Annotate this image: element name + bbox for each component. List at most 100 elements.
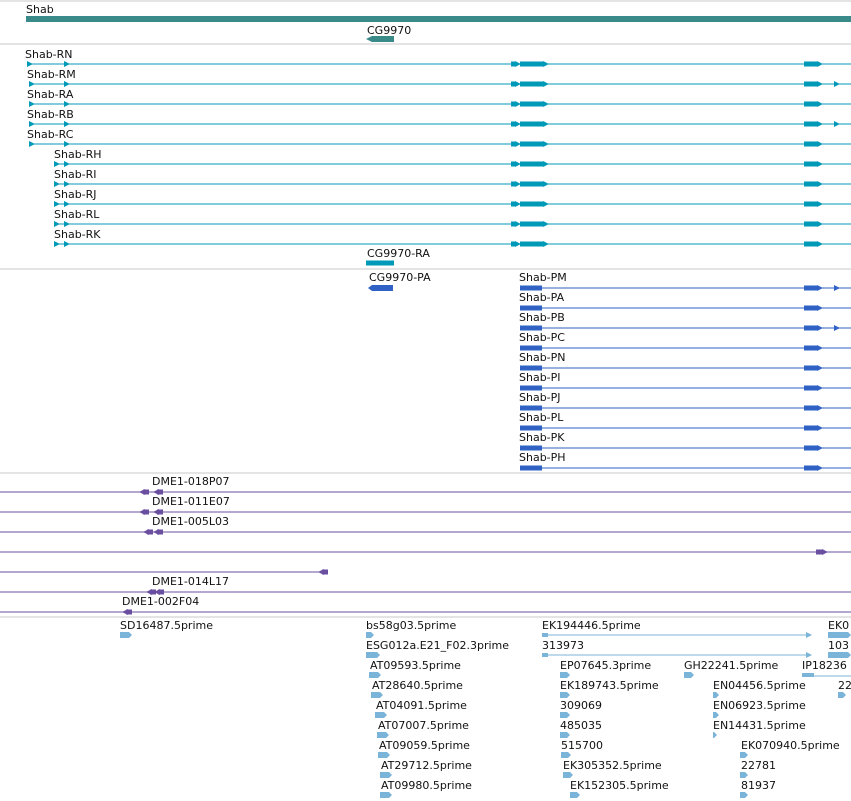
clone-label: DME1-018P07 — [152, 475, 230, 488]
genome-browser-view: ShabCG9970 Shab-RNShab-RMShab-RAShab-RBS… — [0, 0, 851, 798]
est-block — [375, 712, 387, 718]
protein-label: CG9970-PA — [369, 271, 431, 284]
exon-block — [511, 241, 515, 247]
exon-block — [511, 141, 515, 147]
est-label: EK070940.5prime — [741, 739, 840, 752]
right-arrow-icon — [817, 285, 823, 291]
exon-block — [804, 221, 817, 227]
protein-track: CG9970-PA Shab-PM Shab-PA Shab-PB Shab-PC Sha… — [368, 271, 851, 471]
est-label: GH22241.5prime — [684, 659, 779, 672]
est-block — [563, 772, 573, 778]
exon-block — [804, 81, 817, 87]
est-label: AT09059.5prime — [379, 739, 470, 752]
exon-block — [804, 181, 817, 187]
exon-block — [520, 221, 543, 227]
exon-arrow-icon — [64, 241, 70, 247]
est-label: ESG012a.E21_F02.3prime — [366, 639, 509, 652]
exon-arrow-icon — [64, 61, 70, 67]
right-arrow-icon — [543, 101, 549, 107]
start-arrow-icon — [54, 221, 60, 227]
est-block — [542, 653, 548, 657]
protein-label: Shab-PL — [519, 411, 564, 424]
left-arrow-icon — [139, 489, 145, 495]
est-block — [366, 652, 380, 658]
protein-label: Shab-PB — [519, 311, 565, 324]
est-label: EN04456.5prime — [713, 679, 806, 692]
exon-arrow-icon — [64, 161, 70, 167]
exon-arrow-icon — [64, 221, 70, 227]
est-label: AT09980.5prime — [381, 779, 472, 792]
end-arrow-icon — [834, 121, 840, 127]
exon-block — [511, 61, 515, 67]
est-label: 81937 — [741, 779, 776, 792]
exon-block — [511, 181, 515, 187]
protein-label: Shab-PN — [519, 351, 566, 364]
est-label: AT09593.5prime — [370, 659, 461, 672]
est-label: 313973 — [542, 639, 584, 652]
right-arrow-icon — [543, 141, 549, 147]
end-arrow-icon — [834, 285, 840, 291]
protein-label: Shab-PM — [519, 271, 567, 284]
transcript-track: Shab-RN Shab-RM Shab-RA Shab-RB Shab-RC Shab-… — [25, 48, 851, 266]
left-arrow-icon — [139, 509, 145, 515]
right-arrow-icon — [817, 385, 823, 391]
exon-block — [804, 121, 817, 127]
right-arrow-icon — [817, 181, 823, 187]
exon-block — [804, 445, 817, 451]
gene-bar — [26, 16, 851, 22]
start-arrow-icon — [27, 61, 33, 67]
right-arrow-icon — [543, 181, 549, 187]
right-arrow-icon — [543, 121, 549, 127]
right-arrow-icon — [817, 445, 823, 451]
exon-block — [520, 61, 543, 67]
right-arrow-icon — [817, 81, 823, 87]
clone-label: DME1-011E07 — [152, 495, 230, 508]
right-arrow-icon — [817, 241, 823, 247]
est-label: 515700 — [561, 739, 603, 752]
exon-arrow-icon — [64, 101, 70, 107]
exon-arrow-icon — [64, 81, 70, 87]
right-arrow-icon — [806, 652, 812, 658]
exon-block — [520, 121, 543, 127]
exon-block — [804, 425, 817, 431]
right-arrow-icon — [817, 365, 823, 371]
exon-block — [511, 221, 515, 227]
transcript-label: Shab-RB — [27, 108, 74, 121]
right-arrow-icon — [543, 221, 549, 227]
est-block — [684, 672, 694, 678]
start-arrow-icon — [29, 101, 35, 107]
exon-arrow-icon — [64, 181, 70, 187]
exon-block — [520, 141, 543, 147]
est-block — [802, 673, 814, 677]
est-block — [838, 692, 846, 698]
start-arrow-icon — [54, 201, 60, 207]
right-arrow-icon — [817, 465, 823, 471]
clone-block — [816, 549, 822, 555]
exon-block — [520, 81, 543, 87]
protein-block — [520, 305, 542, 311]
protein-block — [368, 285, 393, 291]
exon-block — [804, 385, 817, 391]
est-block — [570, 792, 580, 798]
est-block — [740, 752, 748, 758]
est-label: AT04091.5prime — [376, 699, 467, 712]
protein-label: Shab-PH — [519, 451, 566, 464]
gene-track: Shab CG9970 — [26, 3, 851, 42]
est-block — [560, 672, 570, 678]
right-arrow-icon — [543, 241, 549, 247]
right-arrow-icon — [817, 305, 823, 311]
exon-block — [511, 161, 515, 167]
est-block — [713, 692, 719, 698]
protein-block — [520, 365, 542, 371]
exon-block — [804, 365, 817, 371]
gene-label: CG9970 — [367, 24, 411, 37]
exon-block — [804, 141, 817, 147]
est-block — [828, 632, 851, 638]
transcript-label: Shab-RK — [54, 228, 101, 241]
exon-block — [511, 121, 515, 127]
est-block — [740, 792, 748, 798]
est-block — [120, 632, 132, 638]
est-block — [378, 752, 390, 758]
right-arrow-icon — [817, 201, 823, 207]
protein-block — [520, 425, 542, 431]
